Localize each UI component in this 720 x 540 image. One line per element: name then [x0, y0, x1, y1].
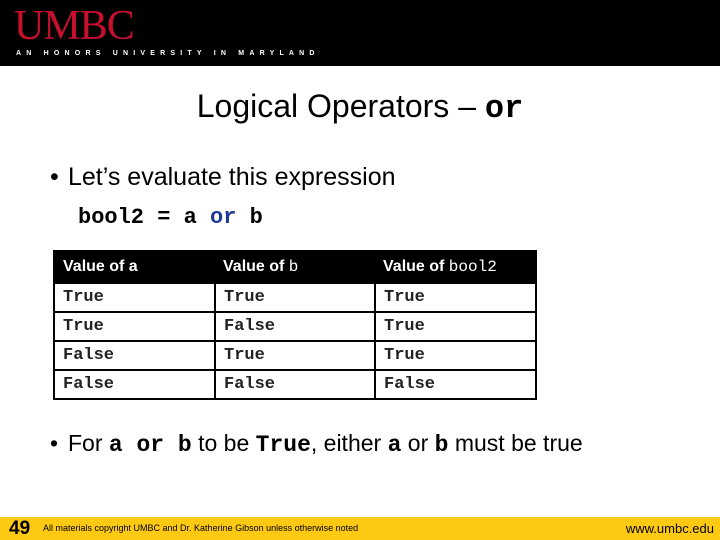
- table-row: True False True: [53, 311, 537, 342]
- tagline: AN HONORS UNIVERSITY IN MARYLAND: [16, 50, 320, 57]
- text-part: , either: [310, 430, 388, 456]
- code-part: a or b: [108, 432, 192, 458]
- header-code: b: [288, 258, 299, 276]
- slide-title: Logical Operators – or: [0, 88, 720, 127]
- text-part: For: [68, 430, 109, 456]
- cell-b: True: [214, 340, 376, 371]
- bullet-icon: •: [50, 430, 59, 456]
- cell-bool2: True: [374, 340, 537, 371]
- page-number: 49: [9, 518, 31, 539]
- cell-bool2: False: [374, 369, 537, 400]
- website-url: www.umbc.edu: [625, 521, 714, 536]
- cell-a: False: [53, 369, 216, 400]
- header-value-b: Value of b: [215, 251, 375, 283]
- header-value-bool2: Value of bool2: [375, 251, 536, 283]
- cell-bool2: True: [374, 282, 537, 313]
- table-row: False False False: [53, 369, 537, 400]
- table-row: False True True: [53, 340, 537, 371]
- code-part: True: [255, 432, 311, 458]
- footer-bar: 49 All materials copyright UMBC and Dr. …: [0, 517, 720, 540]
- umbc-logo: UMBC: [14, 3, 135, 49]
- copyright-notice: All materials copyright UMBC and Dr. Kat…: [43, 523, 359, 533]
- expression-rhs: b: [236, 205, 263, 230]
- code-part: b: [434, 432, 449, 458]
- text-part: to be: [191, 430, 256, 456]
- truth-table: Value of a Value of b Value of bool2 Tru…: [53, 250, 537, 400]
- expression-lhs: bool2 = a: [78, 205, 211, 230]
- bullet-conclusion: • For a or b to be True, either a or b mu…: [50, 430, 583, 458]
- header-value-a: Value of a: [54, 251, 215, 283]
- cell-a: True: [53, 311, 216, 342]
- header-label: Value of a: [63, 258, 138, 275]
- bullet-text: Let’s evaluate this expression: [68, 163, 396, 191]
- table-row: True True True: [53, 282, 537, 313]
- bullet-evaluate: • Let’s evaluate this expression: [50, 163, 396, 192]
- cell-a: True: [53, 282, 216, 313]
- cell-bool2: True: [374, 311, 537, 342]
- header-code: bool2: [448, 258, 497, 276]
- cell-a: False: [53, 340, 216, 371]
- text-part: or: [401, 430, 435, 456]
- text-part: must be true: [448, 430, 583, 456]
- expression-keyword: or: [210, 205, 237, 230]
- header-banner: UMBC AN HONORS UNIVERSITY IN MARYLAND: [0, 0, 720, 66]
- code-part: a: [387, 432, 402, 458]
- bullet-icon: •: [50, 163, 59, 191]
- header-label: Value of: [223, 258, 289, 275]
- header-label: Value of: [383, 258, 449, 275]
- title-text: Logical Operators –: [196, 88, 485, 124]
- expression: bool2 = a or b: [78, 205, 263, 230]
- table-header-row: Value of a Value of b Value of bool2: [54, 251, 536, 283]
- title-code: or: [484, 90, 524, 127]
- cell-b: True: [214, 282, 376, 313]
- cell-b: False: [214, 369, 376, 400]
- cell-b: False: [214, 311, 376, 342]
